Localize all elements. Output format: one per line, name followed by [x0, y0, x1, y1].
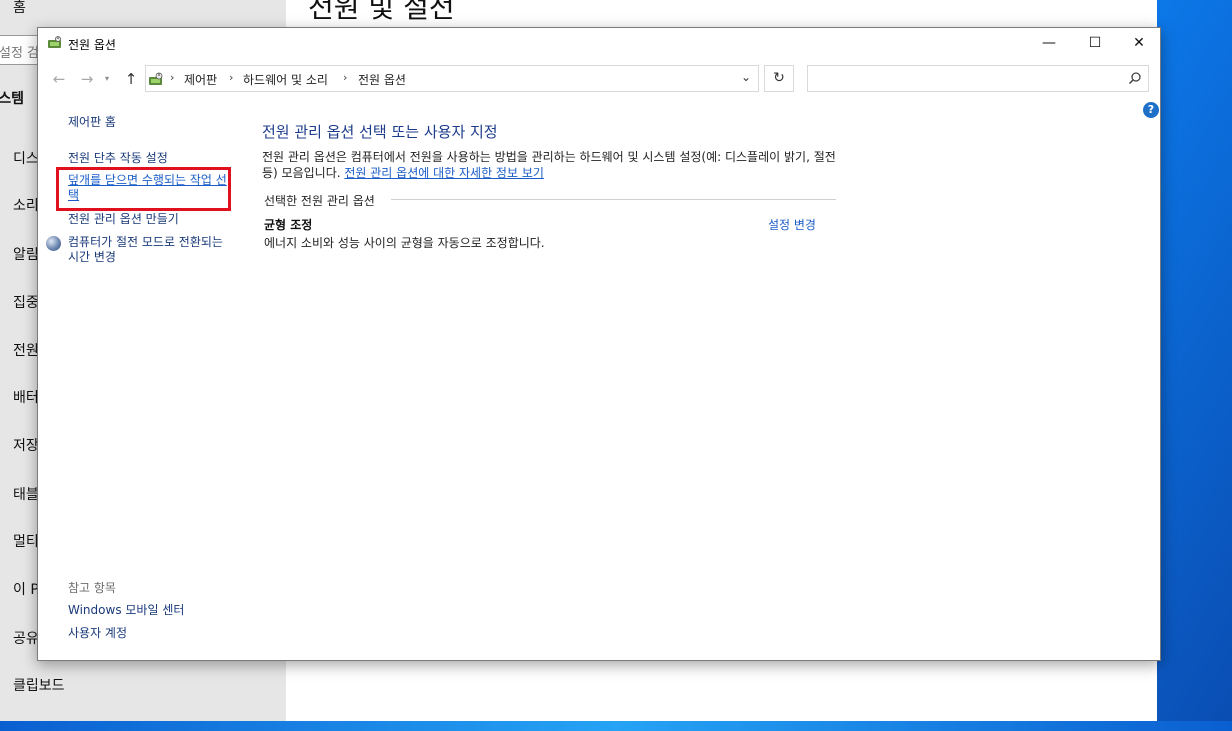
settings-nav-item[interactable]: 저장 [13, 435, 37, 455]
settings-nav-item[interactable]: 태블 [13, 484, 37, 504]
highlight-annotation [56, 167, 231, 211]
title-bar[interactable]: 전원 옵션 — ☐ ✕ [38, 28, 1160, 59]
power-options-window: 전원 옵션 — ☐ ✕ ← → ▾ ↑ › 제어판 › 하드웨어 및 소리 › … [37, 27, 1161, 661]
settings-nav-item[interactable]: 전원 [13, 340, 37, 360]
settings-nav-item[interactable]: 집중 [13, 292, 37, 312]
windows-mobility-center-link[interactable]: Windows 모바일 센터 [68, 603, 184, 618]
breadcrumb-separator: › [343, 71, 348, 84]
breadcrumb-hardware-sound[interactable]: 하드웨어 및 소리 [243, 71, 328, 88]
settings-nav-item[interactable]: 소리 [13, 195, 37, 215]
settings-nav-item[interactable]: 알림 [13, 244, 37, 264]
taskbar-edge [0, 721, 1232, 731]
navigation-bar: ← → ▾ ↑ › 제어판 › 하드웨어 및 소리 › 전원 옵션 ⌄ ↻ [38, 61, 1160, 95]
plan-name: 균형 조정 [264, 218, 313, 232]
sleep-time-link[interactable]: 컴퓨터가 절전 모드로 전환되는 시간 변경 [68, 235, 230, 265]
control-panel-home-link[interactable]: 제어판 홈 [68, 115, 116, 130]
search-icon[interactable] [1128, 71, 1142, 85]
help-icon[interactable]: ? [1143, 102, 1159, 118]
create-power-plan-link[interactable]: 전원 관리 옵션 만들기 [68, 212, 179, 227]
sleep-shield-icon [46, 236, 61, 251]
settings-nav-item[interactable]: 멀티 [13, 531, 37, 551]
back-arrow-icon[interactable]: ← [49, 69, 69, 89]
power-button-settings-link[interactable]: 전원 단추 작동 설정 [68, 151, 168, 166]
settings-nav-item[interactable]: 이 P [13, 579, 37, 599]
section-divider [391, 199, 836, 200]
breadcrumb-separator: › [170, 71, 175, 84]
user-accounts-link[interactable]: 사용자 계정 [68, 626, 127, 641]
chevron-down-icon[interactable]: ⌄ [737, 70, 755, 88]
change-plan-settings-link[interactable]: 설정 변경 [768, 216, 816, 233]
window-title: 전원 옵션 [68, 38, 116, 52]
search-input[interactable] [807, 65, 1149, 92]
settings-nav-item[interactable]: 배터 [13, 387, 37, 407]
page-description: 전원 관리 옵션은 컴퓨터에서 전원을 사용하는 방법을 관리하는 하드웨어 및… [262, 149, 842, 181]
settings-nav-item[interactable]: 공유 [13, 628, 37, 648]
settings-section-title: 스템 [0, 91, 24, 107]
power-options-icon [48, 36, 61, 48]
minimize-button[interactable]: — [1026, 28, 1072, 58]
settings-home-link[interactable]: 홈 [13, 0, 26, 17]
selected-plan-label: 선택한 전원 관리 옵션 [264, 194, 375, 208]
forward-arrow-icon[interactable]: → [77, 69, 97, 89]
control-panel-icon [149, 72, 163, 85]
recent-locations-icon[interactable]: ▾ [97, 69, 117, 89]
more-info-link[interactable]: 전원 관리 옵션에 대한 자세한 정보 보기 [344, 166, 544, 180]
settings-search-input[interactable]: 설정 검 [0, 35, 38, 65]
up-arrow-icon[interactable]: ↑ [121, 69, 141, 89]
plan-description: 에너지 소비와 성능 사이의 균형을 자동으로 조정합니다. [264, 236, 545, 250]
breadcrumb-control-panel[interactable]: 제어판 [184, 71, 217, 88]
settings-page-title: 전원 및 절전 [308, 0, 455, 24]
see-also-heading: 참고 항목 [68, 581, 116, 595]
address-bar[interactable]: › 제어판 › 하드웨어 및 소리 › 전원 옵션 ⌄ [145, 65, 759, 92]
settings-nav-item-clipboard[interactable]: 클립보드 [13, 675, 65, 695]
breadcrumb-power-options[interactable]: 전원 옵션 [358, 71, 406, 88]
refresh-button[interactable]: ↻ [764, 65, 794, 92]
maximize-button[interactable]: ☐ [1072, 28, 1118, 58]
page-heading: 전원 관리 옵션 선택 또는 사용자 지정 [262, 123, 498, 141]
breadcrumb-separator: › [229, 71, 234, 84]
close-button[interactable]: ✕ [1116, 28, 1162, 58]
settings-nav-item[interactable]: 디스 [13, 148, 37, 168]
